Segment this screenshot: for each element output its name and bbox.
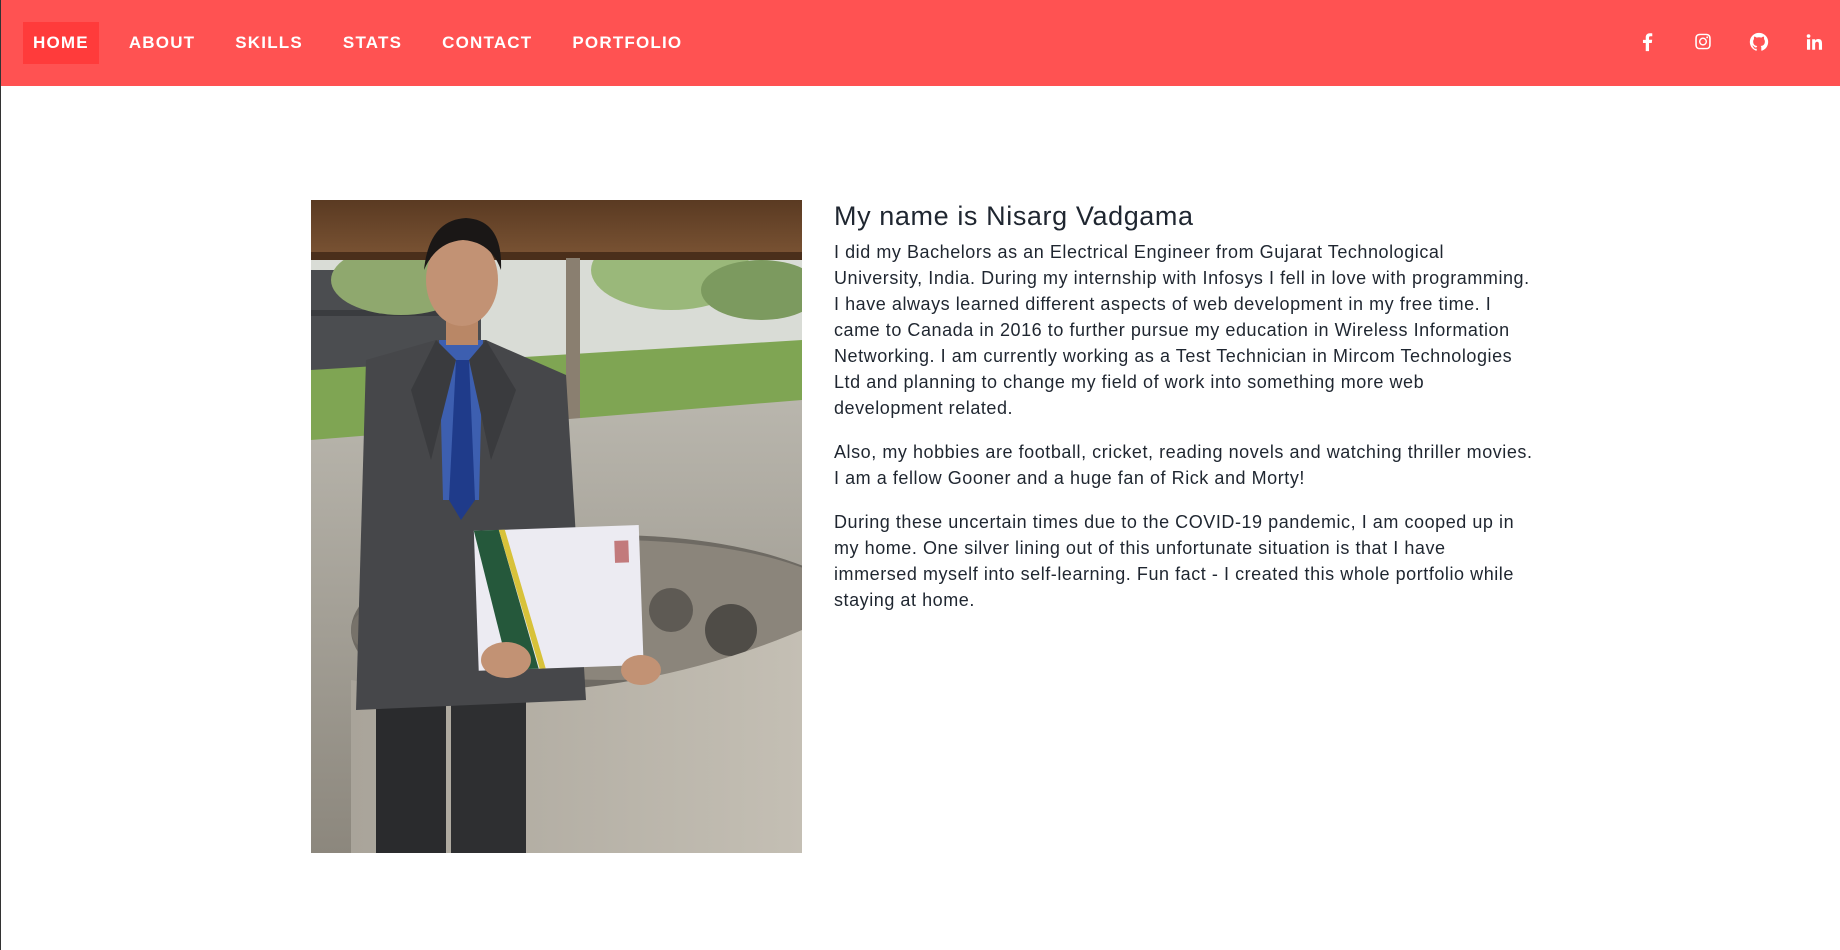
about-paragraph-2: Also, my hobbies are football, cricket, … (834, 442, 1533, 488)
about-content: My name is Nisarg Vadgama I did my Bache… (834, 200, 1534, 631)
profile-photo (311, 200, 802, 853)
top-navbar: HOME ABOUT SKILLS STATS CONTACT PORTFOLI… (1, 0, 1840, 86)
nav-links: HOME ABOUT SKILLS STATS CONTACT PORTFOLI… (23, 22, 712, 64)
about-paragraph-1: I did my Bachelors as an Electrical Engi… (834, 242, 1530, 418)
nav-link-skills[interactable]: SKILLS (225, 22, 313, 64)
nav-link-stats[interactable]: STATS (333, 22, 412, 64)
nav-link-home[interactable]: HOME (23, 22, 99, 64)
nav-link-contact[interactable]: CONTACT (432, 22, 542, 64)
about-paragraph-3: During these uncertain times due to the … (834, 512, 1515, 610)
nav-link-portfolio[interactable]: PORTFOLIO (562, 22, 692, 64)
about-heading: My name is Nisarg Vadgama (834, 201, 1194, 231)
instagram-icon[interactable] (1689, 28, 1717, 56)
about-section: My name is Nisarg Vadgama I did my Bache… (311, 200, 1534, 855)
github-icon[interactable] (1745, 28, 1773, 56)
linkedin-icon[interactable] (1801, 28, 1829, 56)
social-links (1605, 28, 1829, 56)
nav-link-about[interactable]: ABOUT (119, 22, 205, 64)
facebook-icon[interactable] (1633, 28, 1661, 56)
